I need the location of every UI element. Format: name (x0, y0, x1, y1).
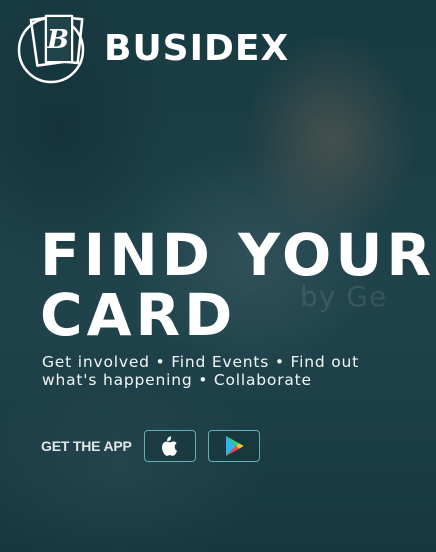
get-the-app-label: GET THE APP (41, 438, 132, 454)
apple-icon (161, 436, 177, 456)
tagline-line-2: what's happening • Collaborate (42, 371, 312, 389)
hero-tagline: Get involved • Find Events • Find out wh… (42, 353, 402, 389)
app-download-row: GET THE APP (41, 430, 270, 462)
brand-name: BUSIDEX (104, 27, 290, 69)
hero-headline: FIND YOUR CARD (40, 225, 435, 345)
google-play-button[interactable] (207, 430, 260, 462)
svg-text:B: B (46, 25, 69, 55)
headline-line-1: FIND YOUR (40, 221, 436, 289)
headline-line-2: CARD (40, 281, 237, 349)
google-play-icon (225, 436, 243, 456)
tagline-line-1: Get involved • Find Events • Find out (42, 353, 360, 371)
app-store-button[interactable] (143, 430, 196, 462)
busidex-logo-icon: B (17, 14, 85, 84)
site-logo[interactable]: B BUSIDEX (14, 12, 289, 84)
